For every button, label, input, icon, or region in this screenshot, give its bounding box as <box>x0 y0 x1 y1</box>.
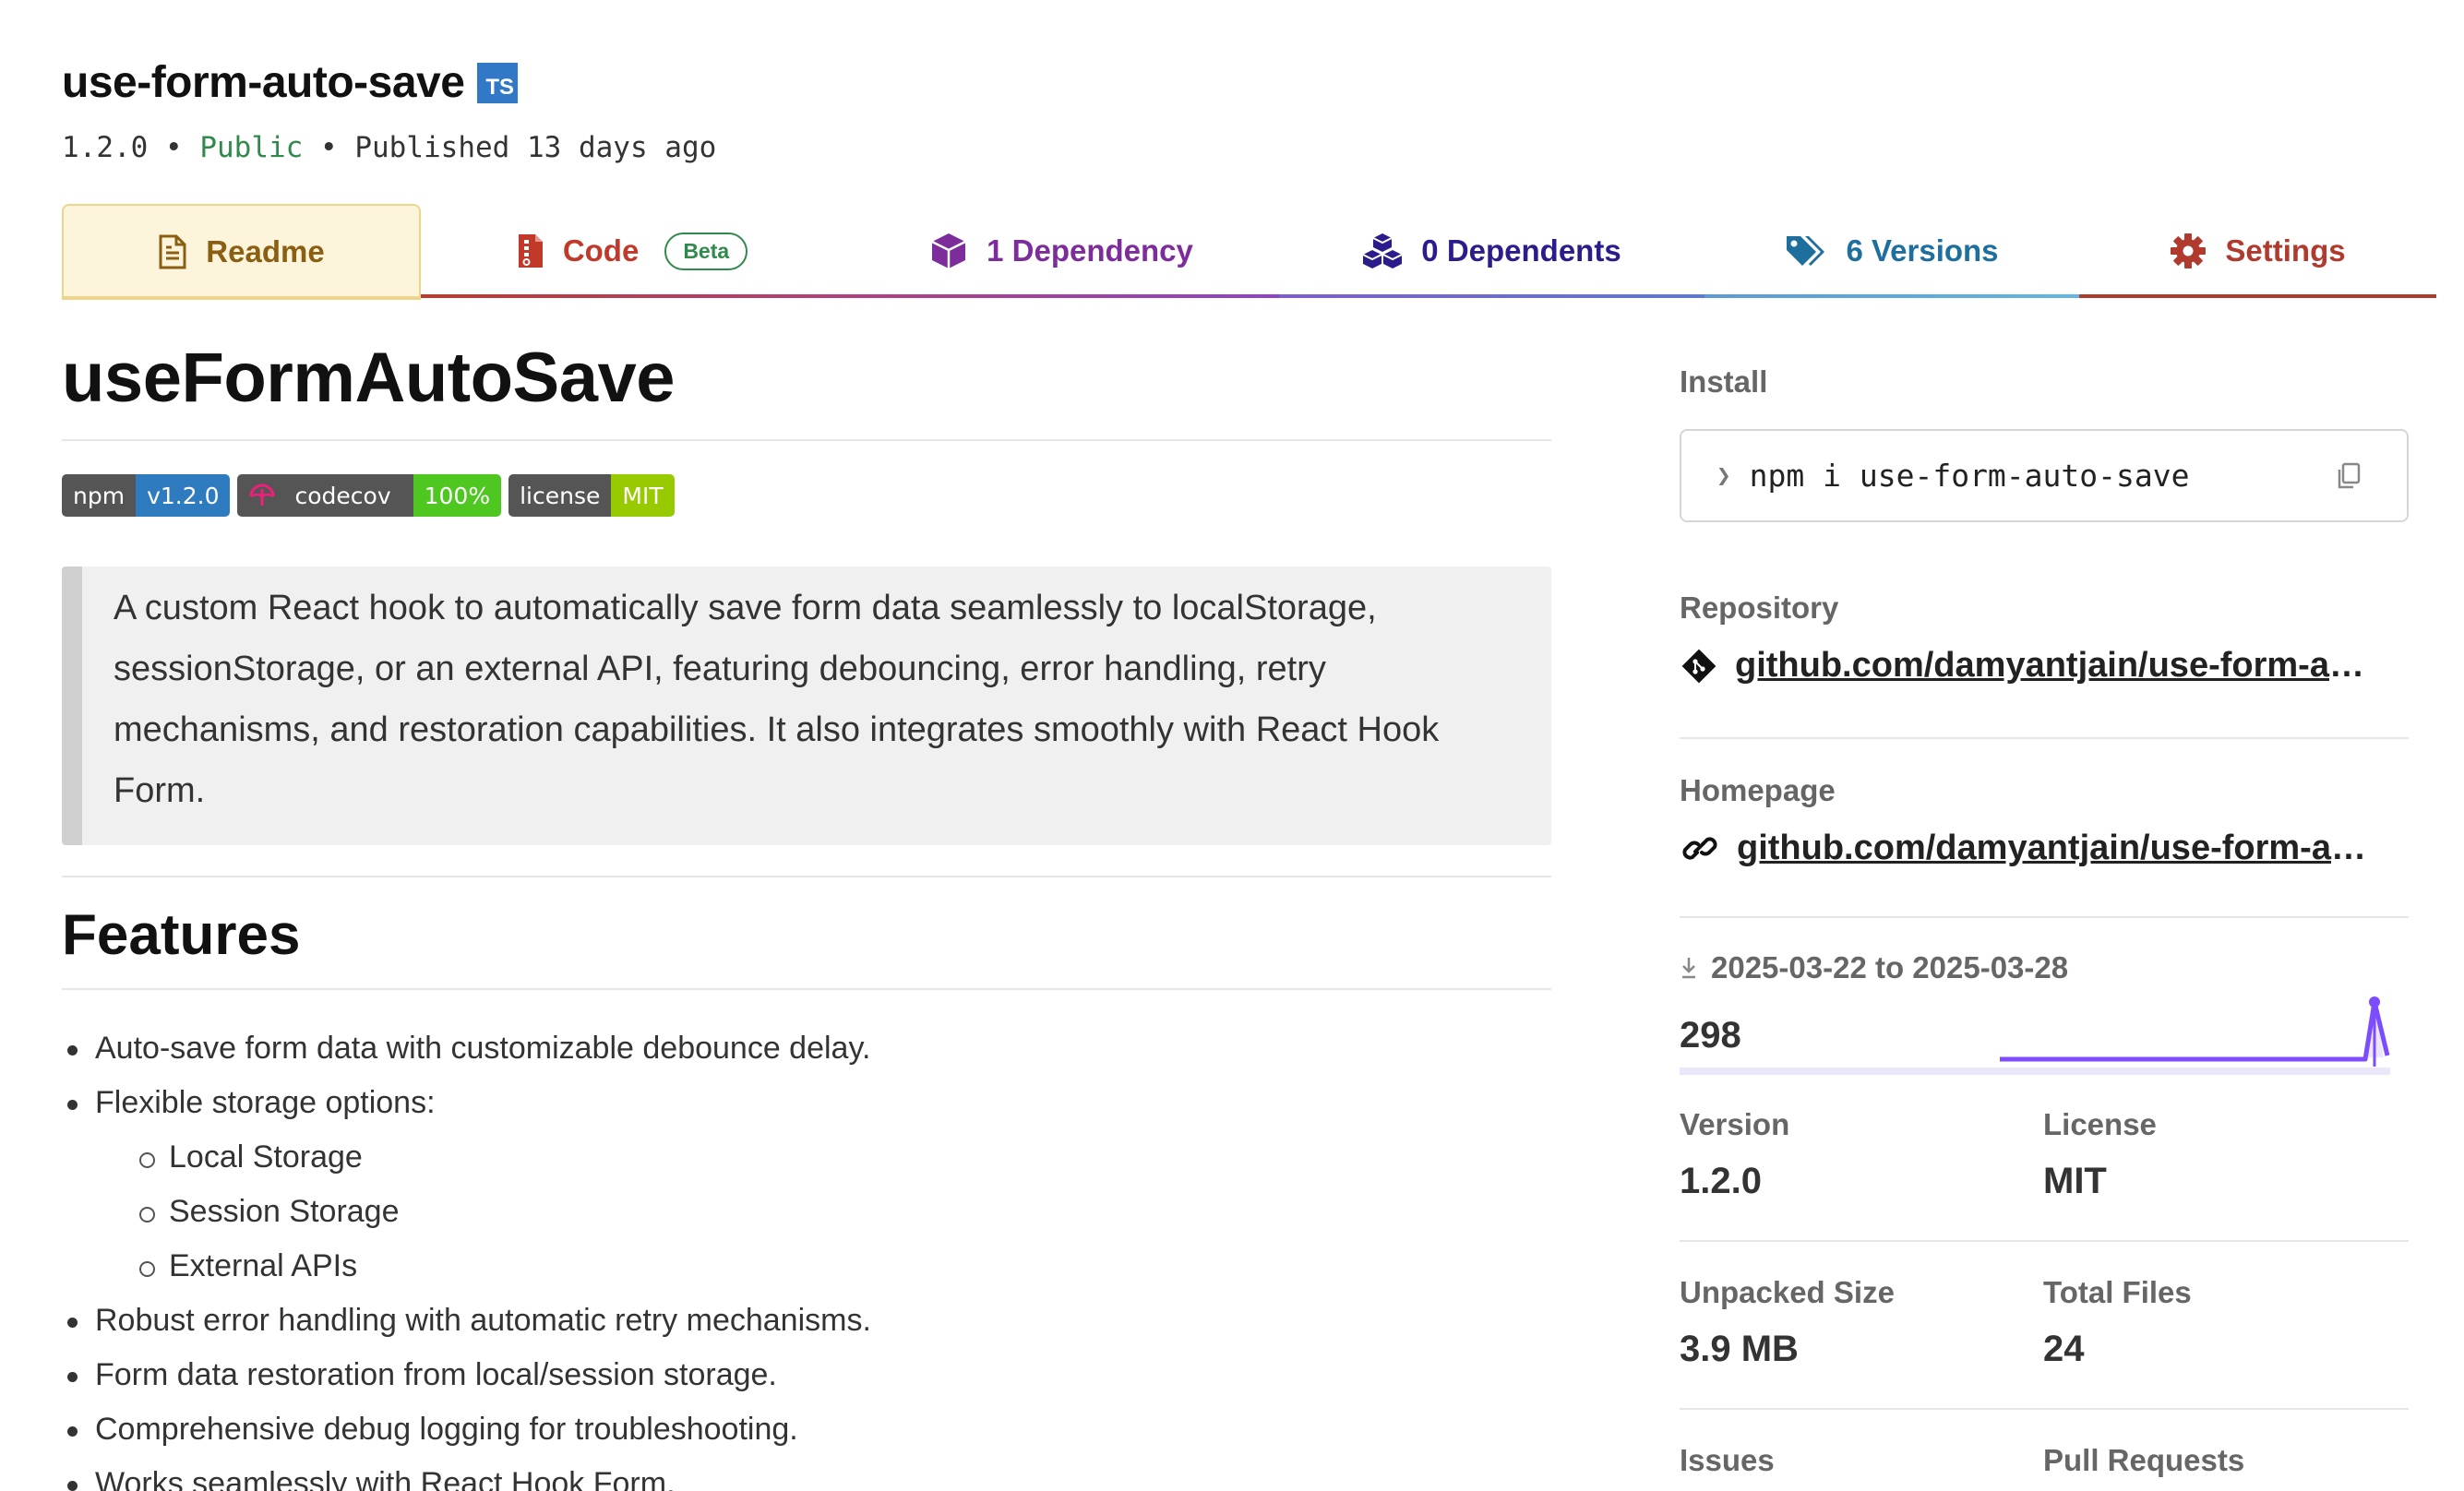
tab-label: Code <box>562 233 640 268</box>
tab-versions[interactable]: 6 Versions <box>1704 204 2079 298</box>
codecov-icon <box>249 483 275 506</box>
download-icon <box>1680 956 1698 980</box>
tab-label: 1 Dependency <box>987 233 1193 268</box>
sub-list-item: Local Storage <box>62 1130 1551 1185</box>
tab-label: Settings <box>2225 233 2346 268</box>
package-version: 1.2.0 <box>62 131 149 164</box>
published-date: Published 13 days ago <box>354 131 717 164</box>
list-item: Robust error handling with automatic ret… <box>62 1294 1551 1348</box>
code-icon <box>517 233 544 269</box>
unpacked-size-label: Unpacked Size <box>1680 1275 1895 1309</box>
weekly-downloads-count: 298 <box>1680 1015 1741 1056</box>
downloads-sparkline <box>2000 996 2390 1067</box>
meta-separator: • <box>165 131 183 164</box>
readme-badges: npm v1.2.0 codecov 100% license MIT <box>62 474 675 517</box>
version-label: Version <box>1680 1107 1790 1141</box>
unpacked-size-value: 3.9 MB <box>1680 1329 1799 1369</box>
list-item: Flexible storage options: <box>62 1076 1551 1130</box>
divider <box>1680 737 2409 739</box>
readme-icon <box>158 234 187 269</box>
visibility-label: Public <box>199 131 304 164</box>
list-item: Works seamlessly with React Hook Form. <box>62 1457 1551 1491</box>
npm-version-badge[interactable]: npm v1.2.0 <box>62 474 231 517</box>
issues-label: Issues <box>1680 1443 1775 1477</box>
sub-list-item: External APIs <box>62 1239 1551 1294</box>
list-item: Auto-save form data with customizable de… <box>62 1021 1551 1076</box>
readme-title: useFormAutoSave <box>62 339 676 417</box>
tab-settings[interactable]: Settings <box>2079 204 2436 298</box>
total-files-value: 24 <box>2043 1329 2085 1369</box>
sub-list-item: Session Storage <box>62 1185 1551 1239</box>
readme-description: A custom React hook to automatically sav… <box>62 567 1551 845</box>
list-item: Form data restoration from local/session… <box>62 1348 1551 1402</box>
install-label: Install <box>1680 364 1768 399</box>
meta-separator: • <box>320 131 338 164</box>
divider <box>62 439 1551 441</box>
tab-label: Readme <box>206 234 325 268</box>
tab-readme[interactable]: Readme <box>62 204 421 300</box>
divider <box>62 876 1551 877</box>
beta-badge: Beta <box>664 232 748 270</box>
typescript-icon: TS <box>477 63 518 103</box>
package-title: use-form-auto-save <box>62 58 465 107</box>
codecov-badge[interactable]: codecov 100% <box>237 474 502 517</box>
package-meta: 1.2.0 • Public • Published 13 days ago <box>62 131 716 164</box>
install-command-box[interactable]: ❯ npm i use-form-auto-save <box>1680 429 2409 522</box>
version-value: 1.2.0 <box>1680 1161 1762 1201</box>
repository-label: Repository <box>1680 590 1839 625</box>
settings-icon <box>2170 233 2207 269</box>
divider <box>1680 1408 2409 1410</box>
features-list: Auto-save form data with customizable de… <box>62 1021 1551 1491</box>
tab-dependents[interactable]: 0 Dependents <box>1279 204 1704 298</box>
versions-icon <box>1785 233 1827 268</box>
tab-dependencies[interactable]: 1 Dependency <box>843 204 1279 298</box>
copy-icon[interactable] <box>2337 461 2361 497</box>
features-heading: Features <box>62 903 301 967</box>
tab-label: 0 Dependents <box>1421 233 1621 268</box>
divider <box>1680 916 2409 918</box>
homepage-link[interactable]: github.com/damyantjain/use-form-auto-sav… <box>1681 829 2383 868</box>
tab-code[interactable]: Code Beta <box>421 204 843 298</box>
divider <box>1680 1240 2409 1242</box>
package-tabs: Readme Code Beta 1 Dependency 0 Dependen… <box>62 204 2436 300</box>
divider <box>62 988 1551 990</box>
license-label: License <box>2043 1107 2157 1141</box>
dependents-icon <box>1362 233 1403 269</box>
total-files-label: Total Files <box>2043 1275 2192 1309</box>
prompt-icon: ❯ <box>1716 461 1731 490</box>
license-value: MIT <box>2043 1161 2107 1201</box>
homepage-label: Homepage <box>1680 773 1836 807</box>
downloads-range: 2025-03-22 to 2025-03-28 <box>1680 950 2068 985</box>
repository-link[interactable]: github.com/damyantjain/use-form-auto-sav… <box>1681 646 2383 686</box>
install-command: npm i use-form-auto-save <box>1749 458 2190 494</box>
dependency-icon <box>929 232 968 270</box>
list-item: Comprehensive debug logging for troubles… <box>62 1402 1551 1457</box>
license-badge[interactable]: license MIT <box>508 474 675 517</box>
tab-label: 6 Versions <box>1846 233 1999 268</box>
pull-requests-label: Pull Requests <box>2043 1443 2245 1477</box>
link-icon <box>1681 831 1718 866</box>
git-icon <box>1681 649 1716 684</box>
